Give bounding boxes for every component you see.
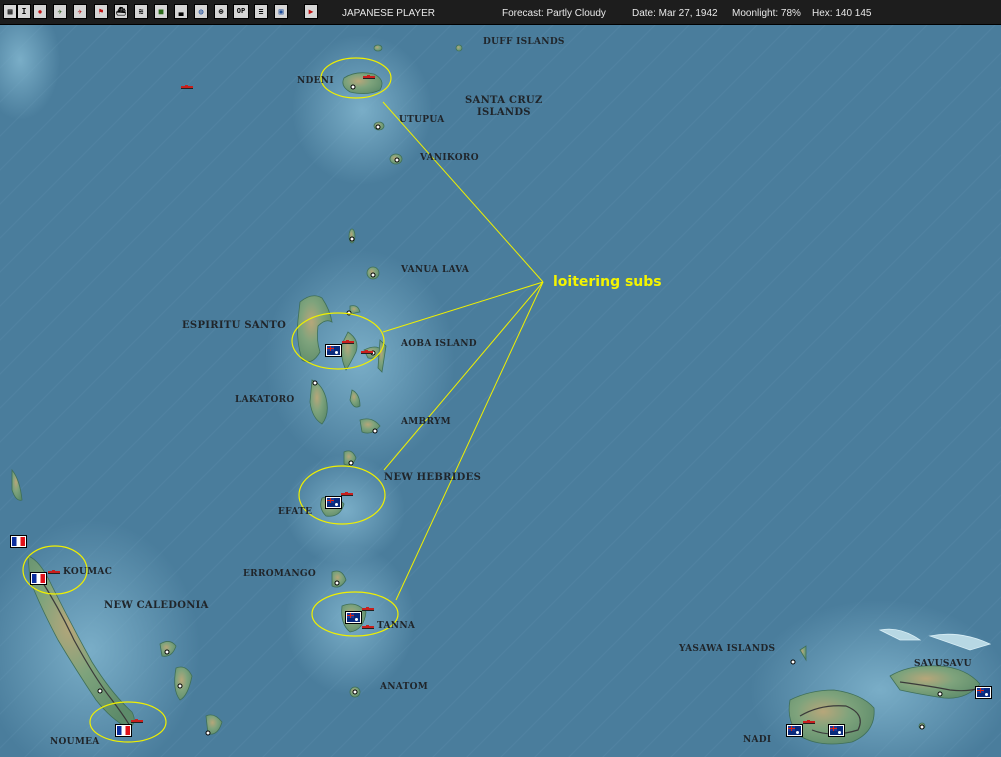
ship-marker[interactable] xyxy=(181,85,193,89)
globe-icon[interactable]: ◍ xyxy=(194,4,208,19)
place-label: LAKATORO xyxy=(235,395,295,405)
ship-marker[interactable] xyxy=(48,570,60,574)
player-label: JAPANESE PLAYER xyxy=(342,8,435,19)
ship-marker[interactable] xyxy=(361,350,373,354)
place-label: ERROMANGO xyxy=(243,569,317,579)
allied-unit-flag[interactable] xyxy=(345,611,362,624)
flag-icon[interactable]: ⚑ xyxy=(94,4,108,19)
ship-marker[interactable] xyxy=(362,625,374,629)
place-label: DUFF ISLANDS xyxy=(483,37,565,47)
place-label: NDENI xyxy=(297,76,334,86)
place-label: EFATE xyxy=(278,507,313,517)
map-terrain xyxy=(0,25,1001,757)
place-label: NEW CALEDONIA xyxy=(104,600,209,611)
french-unit-flag[interactable] xyxy=(115,724,132,737)
airgroup-icon[interactable]: ✈ xyxy=(73,4,87,19)
base-icon[interactable]: ▃ xyxy=(174,4,188,19)
place-label: KOUMAC xyxy=(63,567,113,577)
place-label: VANIKORO xyxy=(420,153,479,163)
ship-marker[interactable] xyxy=(362,607,374,611)
ship-marker[interactable] xyxy=(341,492,353,496)
allied-unit-flag[interactable] xyxy=(975,686,992,699)
allied-unit-flag[interactable] xyxy=(325,344,342,357)
grid-icon[interactable]: ▦ xyxy=(3,4,17,19)
target-icon[interactable]: ⊕ xyxy=(214,4,228,19)
ship-marker[interactable] xyxy=(131,719,143,723)
moonlight-label: Moonlight: 78% xyxy=(732,8,801,19)
place-label: ISLANDS xyxy=(477,107,531,118)
map-view[interactable]: DUFF ISLANDS NDENI SANTA CRUZ ISLANDS UT… xyxy=(0,25,1001,757)
allied-unit-flag[interactable] xyxy=(828,724,845,737)
task-force-icon[interactable]: ≋ xyxy=(134,4,148,19)
place-label: NEW HEBRIDES xyxy=(384,472,482,483)
place-label: AMBRYM xyxy=(401,417,451,427)
place-label: SAVUSAVU xyxy=(914,659,972,669)
place-label: YASAWA ISLANDS xyxy=(679,644,776,654)
hex-label: Hex: 140 145 xyxy=(812,8,872,19)
ship-marker[interactable] xyxy=(342,340,354,344)
toolbar: ▦ I ✹ ✈ ✈ ⚑ ⛴ ≋ ■ ▃ ◍ ⊕ OP ≡ ▣ ▶ JAPANES… xyxy=(0,0,1001,25)
place-label: VANUA LAVA xyxy=(401,265,470,275)
place-label: ANATOM xyxy=(380,682,428,692)
list-icon[interactable]: ≡ xyxy=(254,4,268,19)
info-icon[interactable]: I xyxy=(17,4,31,19)
place-label: NOUMEA xyxy=(50,737,100,747)
screen-icon[interactable]: ▣ xyxy=(274,4,288,19)
place-label: NADI xyxy=(743,735,772,745)
end-turn-icon[interactable]: ▶ xyxy=(304,4,318,19)
place-label: AOBA ISLAND xyxy=(401,339,477,349)
place-label: TANNA xyxy=(377,621,416,631)
aircraft-icon[interactable]: ✈ xyxy=(53,4,67,19)
allied-unit-flag[interactable] xyxy=(325,496,342,509)
ship-marker[interactable] xyxy=(803,720,815,724)
french-unit-flag[interactable] xyxy=(10,535,27,548)
date-label: Date: Mar 27, 1942 xyxy=(632,8,718,19)
ship-icon[interactable]: ⛴ xyxy=(114,4,128,19)
rising-sun-icon[interactable]: ✹ xyxy=(33,4,47,19)
land-unit-icon[interactable]: ■ xyxy=(154,4,168,19)
place-label: SANTA CRUZ xyxy=(465,95,543,106)
annotation-label: loitering subs xyxy=(553,274,662,290)
ops-icon[interactable]: OP xyxy=(233,4,249,19)
french-unit-flag[interactable] xyxy=(30,572,47,585)
place-label: ESPIRITU SANTO xyxy=(182,320,287,331)
ship-marker[interactable] xyxy=(363,75,375,79)
allied-unit-flag[interactable] xyxy=(786,724,803,737)
place-label: UTUPUA xyxy=(399,115,445,125)
forecast-label: Forecast: Partly Cloudy xyxy=(502,8,606,19)
